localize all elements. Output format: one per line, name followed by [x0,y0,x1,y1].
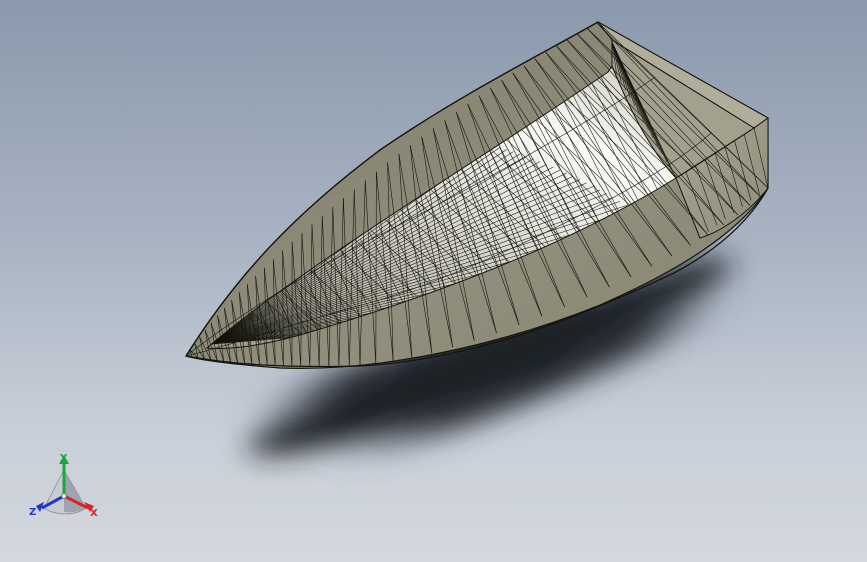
triad-x-label: X [90,508,98,519]
triad-y-label: Y [59,453,68,464]
reference-triad[interactable]: Y X Z [29,453,98,519]
graphics-viewport[interactable]: Y X Z [0,0,867,562]
triad-z-label: Z [29,507,36,518]
triad-origin [61,493,67,499]
